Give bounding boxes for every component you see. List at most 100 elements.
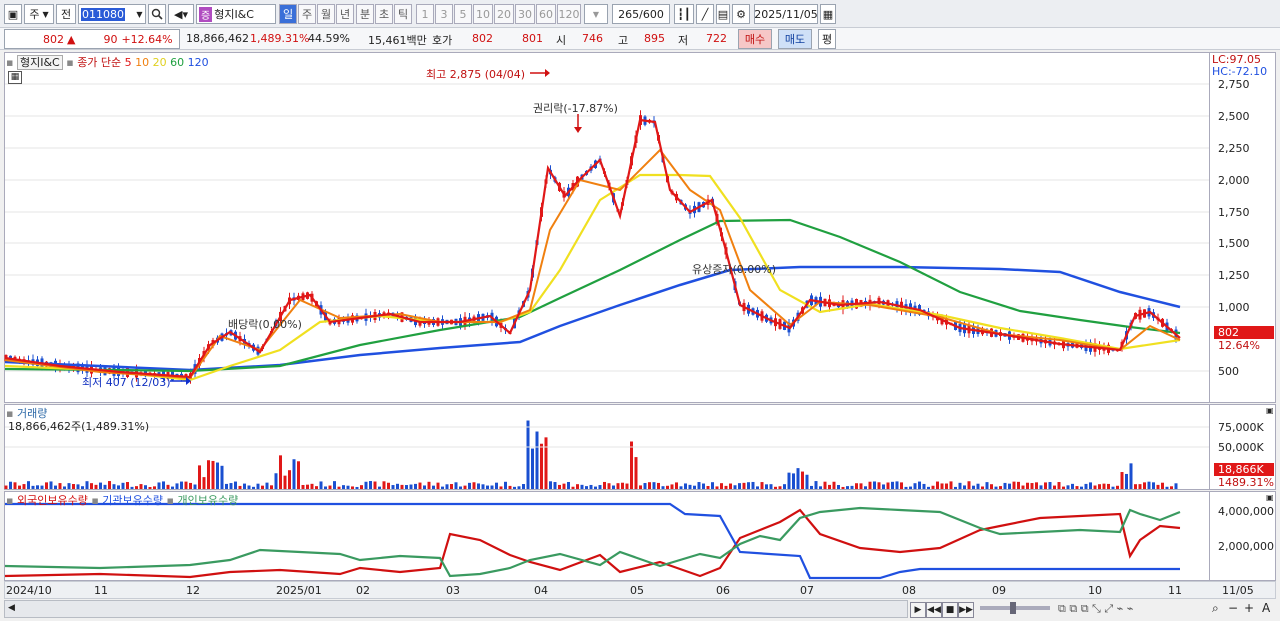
volume-bar [1098,484,1101,489]
volume-bar [985,482,989,489]
volume-bar [670,484,674,489]
volume-bar [1156,484,1160,489]
volume-bar [1039,485,1043,489]
ma10-legend[interactable]: 10 [135,56,149,69]
hc-label: HC:-72.10 [1212,65,1268,78]
volume-bar [1017,481,1020,489]
volume-bar [1120,472,1124,489]
fast-forward-icon[interactable]: ▶▶ [958,602,974,618]
volume-bar [549,481,552,489]
volume-bar [1089,482,1092,489]
high-annotation: 최고 2,875 (04/04) [426,68,526,81]
volume-bar [558,484,561,489]
volume-bar [607,483,611,489]
volume-bar [598,485,602,489]
volume-bar [666,485,669,489]
individual-legend[interactable]: 개인보유수량 [177,494,238,507]
volume-bar [211,460,215,489]
volume-bar [427,481,431,489]
paid-in-annotation: 유상증자(0.00%) [692,263,777,276]
volume-bar [36,485,39,489]
volume-bar [1057,482,1061,489]
volume-bar [436,482,440,489]
y-tick: 2,000 [1218,174,1250,187]
ma20-legend[interactable]: 20 [153,56,167,69]
horizontal-scrollbar[interactable] [4,600,908,618]
price-panel-name[interactable]: 형지I&C [16,55,63,70]
rights-arrowhead-icon [574,127,582,133]
volume-bar [769,484,773,489]
zoom-in-icon[interactable]: + [1244,601,1254,615]
zoom-out-icon[interactable]: − [1228,601,1238,615]
volume-bar [895,481,899,489]
volume-bar [328,485,332,489]
volume-bar [981,486,984,489]
volume-bar [1021,485,1025,489]
volume-bar [805,474,809,489]
volume-bar [373,481,377,489]
volume-bar [1161,482,1164,489]
volume-bar [819,486,822,489]
scroll-left-icon[interactable]: ◀ [8,603,15,613]
volume-bar [1134,484,1137,489]
rights-annotation: 권리락(-17.87%) [533,102,618,115]
volume-bar [184,481,188,489]
volume-bar [720,483,723,489]
scroll-right-icon[interactable]: ▶ [910,602,926,618]
x-tick: 05 [630,584,644,597]
font-size-icon[interactable]: A [1262,601,1270,615]
volume-bar [814,481,818,489]
grid-table-icon[interactable]: ▦ [8,71,22,84]
volume-bar [801,471,804,489]
panel-close-icon[interactable]: ▣ [1266,406,1274,415]
volume-bar [553,482,557,489]
volume-bar [508,485,512,489]
volume-bar [85,481,89,489]
ma60-legend[interactable]: 60 [170,56,184,69]
zoom-slider-handle[interactable] [1010,602,1016,614]
ma120-legend[interactable]: 120 [188,56,209,69]
volume-bar [855,483,858,489]
volume-bar [288,470,291,489]
individual-holdings-line [4,506,1181,578]
volume-bar [792,473,795,489]
volume-bar [963,485,966,489]
volume-bar [796,468,800,489]
panel-close-icon[interactable]: ▣ [1266,493,1274,502]
volume-bar [171,486,174,489]
volume-bar [1075,486,1079,489]
volume-bar [832,481,836,489]
zoom-search-icon[interactable]: ⌕ [1212,601,1219,616]
volume-bar [522,484,525,489]
volume-bar [994,486,998,489]
volume-bar [40,485,44,489]
volume-bar [364,481,368,489]
ma5-legend[interactable]: 5 [125,56,132,69]
volume-bar [927,486,930,489]
volume-bar [13,482,17,489]
chart-tools-icons[interactable]: ⧉ ⧉ ⧉ ⤡ ⤢ ⌁ ⌁ [1058,602,1133,616]
rewind-icon[interactable]: ◀◀ [926,602,942,618]
volume-bar [144,485,147,489]
volume-bar [765,484,768,489]
volume-bar [891,481,894,489]
foreign-legend[interactable]: 외국인보유수량 [17,494,88,507]
volume-bar [738,483,741,489]
volume-bar [774,486,777,489]
volume-bar [1152,482,1155,489]
x-tick: 06 [716,584,730,597]
volume-bar [148,486,152,489]
volume-bar [531,448,534,489]
volume-bar [841,486,845,489]
volume-bar [702,483,705,489]
institution-legend[interactable]: 기관보유수량 [102,494,163,507]
volume-bar [526,420,530,489]
volume-bar [909,486,912,489]
volume-bar [238,485,242,489]
stop-icon[interactable]: ■ [942,602,958,618]
volume-bar [594,486,597,489]
y-tick: 2,500 [1218,110,1250,123]
volume-bar [454,482,458,489]
volume-bar [103,484,107,489]
volume-bar [189,482,192,489]
